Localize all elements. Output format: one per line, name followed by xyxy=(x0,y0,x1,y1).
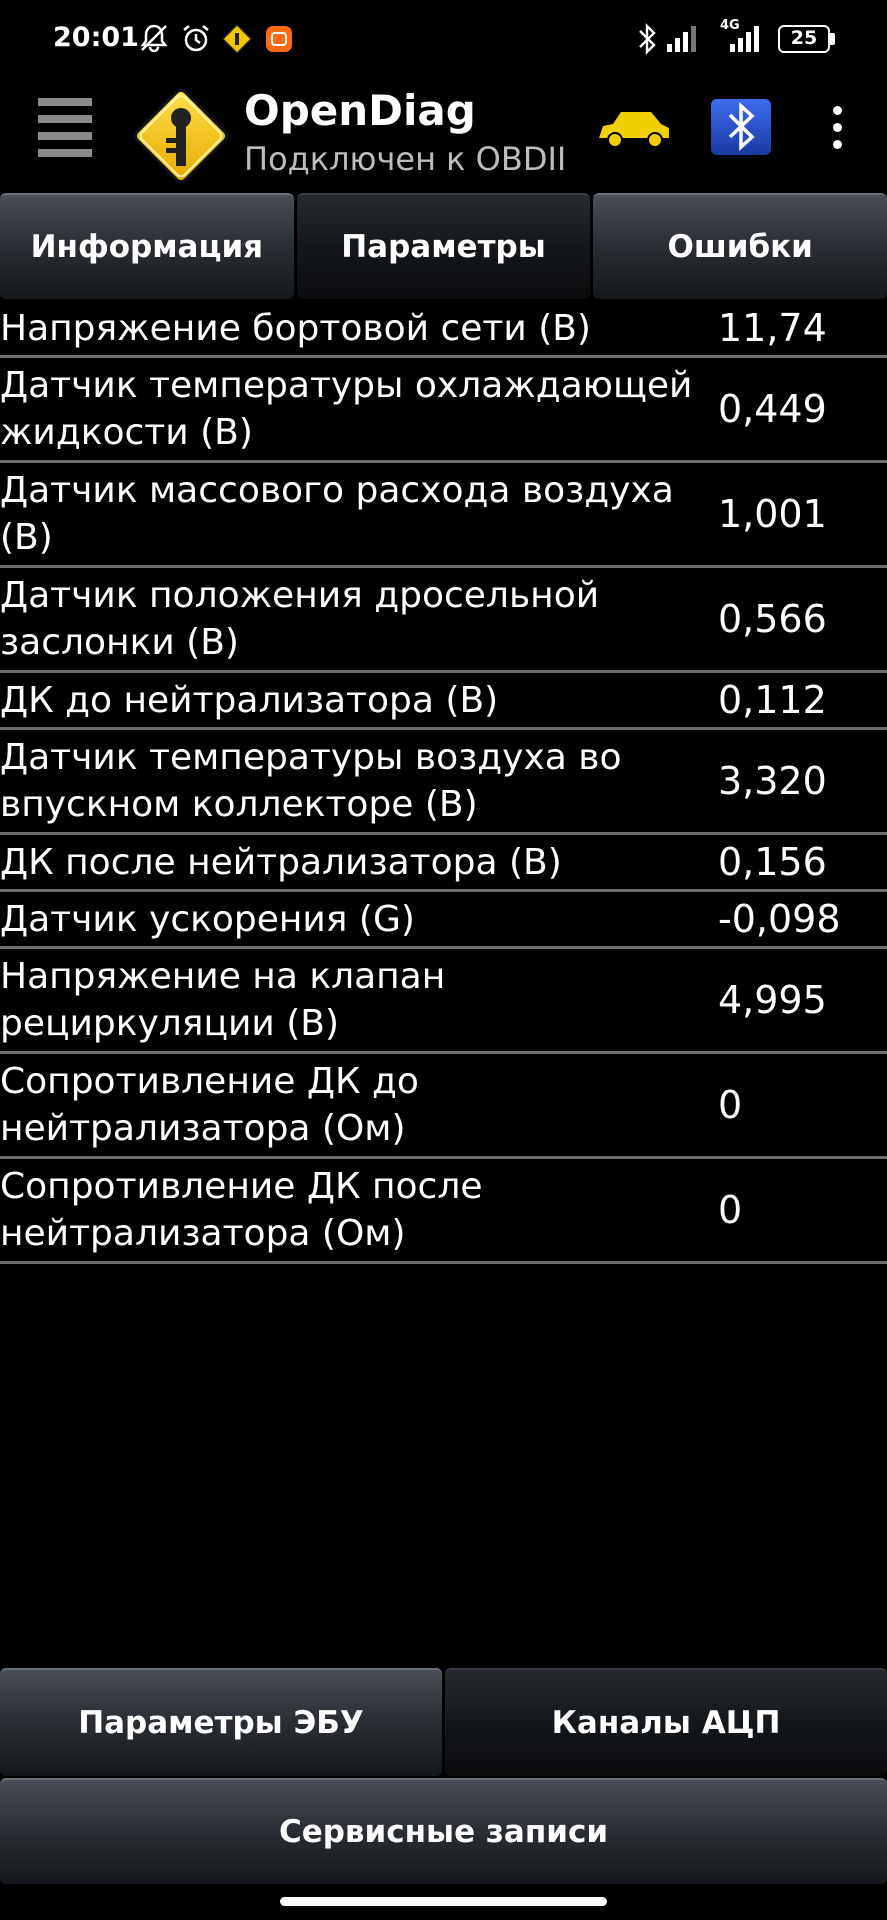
param-value: 3,320 xyxy=(718,759,827,803)
param-name: Датчик температуры охлаждающей жидкости … xyxy=(0,365,693,453)
signal-icon xyxy=(667,26,696,52)
battery-level: 25 xyxy=(790,27,818,49)
status-time: 20:01 xyxy=(53,22,139,53)
app-title: OpenDiag xyxy=(244,86,476,135)
bluetooth-icon xyxy=(639,23,656,55)
tab-parameters[interactable]: Параметры xyxy=(296,193,591,299)
list-item[interactable]: Сопротивление ДК после нейтрализатора (О… xyxy=(0,1159,887,1264)
param-name: Сопротивление ДК до нейтрализатора (Ом) xyxy=(0,1061,419,1149)
list-item[interactable]: Напряжение бортовой сети (В) 11,74 xyxy=(0,301,887,358)
opendiag-notif-icon xyxy=(222,24,252,54)
ecu-params-button[interactable]: Параметры ЭБУ xyxy=(0,1668,442,1776)
param-name: Датчик массового расхода воздуха (В) xyxy=(0,470,674,558)
param-name: ДК после нейтрализатора (В) xyxy=(0,841,562,883)
param-value: 0,449 xyxy=(718,387,827,431)
param-value: 0,112 xyxy=(718,678,827,722)
param-value: 1,001 xyxy=(718,492,827,536)
car-icon[interactable] xyxy=(595,108,673,150)
param-value: 0 xyxy=(718,1188,743,1232)
param-name: Датчик положения дросельной заслонки (В) xyxy=(0,575,600,663)
list-item[interactable]: Сопротивление ДК до нейтрализатора (Ом) … xyxy=(0,1054,887,1159)
bluetooth-elm-icon[interactable] xyxy=(710,98,772,156)
bottom-button-row: Параметры ЭБУ Каналы АЦП xyxy=(0,1668,887,1776)
list-item[interactable]: Датчик массового расхода воздуха (В) 1,0… xyxy=(0,463,887,568)
app-toolbar: OpenDiag Подключен к OBDII xyxy=(0,80,887,190)
mute-icon xyxy=(140,24,168,53)
alarm-icon xyxy=(183,25,209,52)
param-name: Датчик ускорения (G) xyxy=(0,898,415,940)
param-name: Напряжение на клапан рециркуляции (В) xyxy=(0,956,446,1044)
param-name: Напряжение бортовой сети (В) xyxy=(0,307,591,349)
battery-icon: 25 xyxy=(778,25,836,53)
list-item[interactable]: Напряжение на клапан рециркуляции (В) 4,… xyxy=(0,949,887,1054)
param-value: -0,098 xyxy=(718,897,841,941)
list-item[interactable]: Датчик ускорения (G) -0,098 xyxy=(0,892,887,949)
param-name: ДК до нейтрализатора (В) xyxy=(0,679,499,721)
app-logo-icon xyxy=(133,88,229,184)
more-options-icon[interactable] xyxy=(826,106,848,156)
param-name: Сопротивление ДК после нейтрализатора (О… xyxy=(0,1166,483,1254)
param-value: 4,995 xyxy=(718,978,827,1022)
list-item[interactable]: Датчик положения дросельной заслонки (В)… xyxy=(0,568,887,673)
list-item[interactable]: Датчик температуры воздуха во впускном к… xyxy=(0,730,887,835)
connection-status: Подключен к OBDII xyxy=(244,140,567,178)
service-records-button[interactable]: Сервисные записи xyxy=(0,1778,887,1884)
param-value: 11,74 xyxy=(718,306,827,350)
status-bar: 20:01 4G 25 xyxy=(0,0,887,80)
mi-notif-icon xyxy=(266,26,292,52)
list-item[interactable]: ДК до нейтрализатора (В) 0,112 xyxy=(0,673,887,730)
list-item[interactable]: Датчик температуры охлаждающей жидкости … xyxy=(0,358,887,463)
tab-information[interactable]: Информация xyxy=(0,193,294,299)
list-item[interactable]: ДК после нейтрализатора (В) 0,156 xyxy=(0,835,887,892)
adc-channels-button[interactable]: Каналы АЦП xyxy=(445,1668,887,1776)
home-indicator[interactable] xyxy=(280,1897,607,1906)
param-value: 0,566 xyxy=(718,597,827,641)
signal-4g-icon: 4G xyxy=(718,18,768,54)
param-value: 0,156 xyxy=(718,840,827,884)
parameter-list: Напряжение бортовой сети (В) 11,74 Датчи… xyxy=(0,301,887,1264)
param-value: 0 xyxy=(718,1083,743,1127)
param-name: Датчик температуры воздуха во впускном к… xyxy=(0,737,622,825)
tab-bar: Информация Параметры Ошибки xyxy=(0,193,887,299)
menu-icon[interactable] xyxy=(38,98,92,158)
tab-errors[interactable]: Ошибки xyxy=(593,193,887,299)
